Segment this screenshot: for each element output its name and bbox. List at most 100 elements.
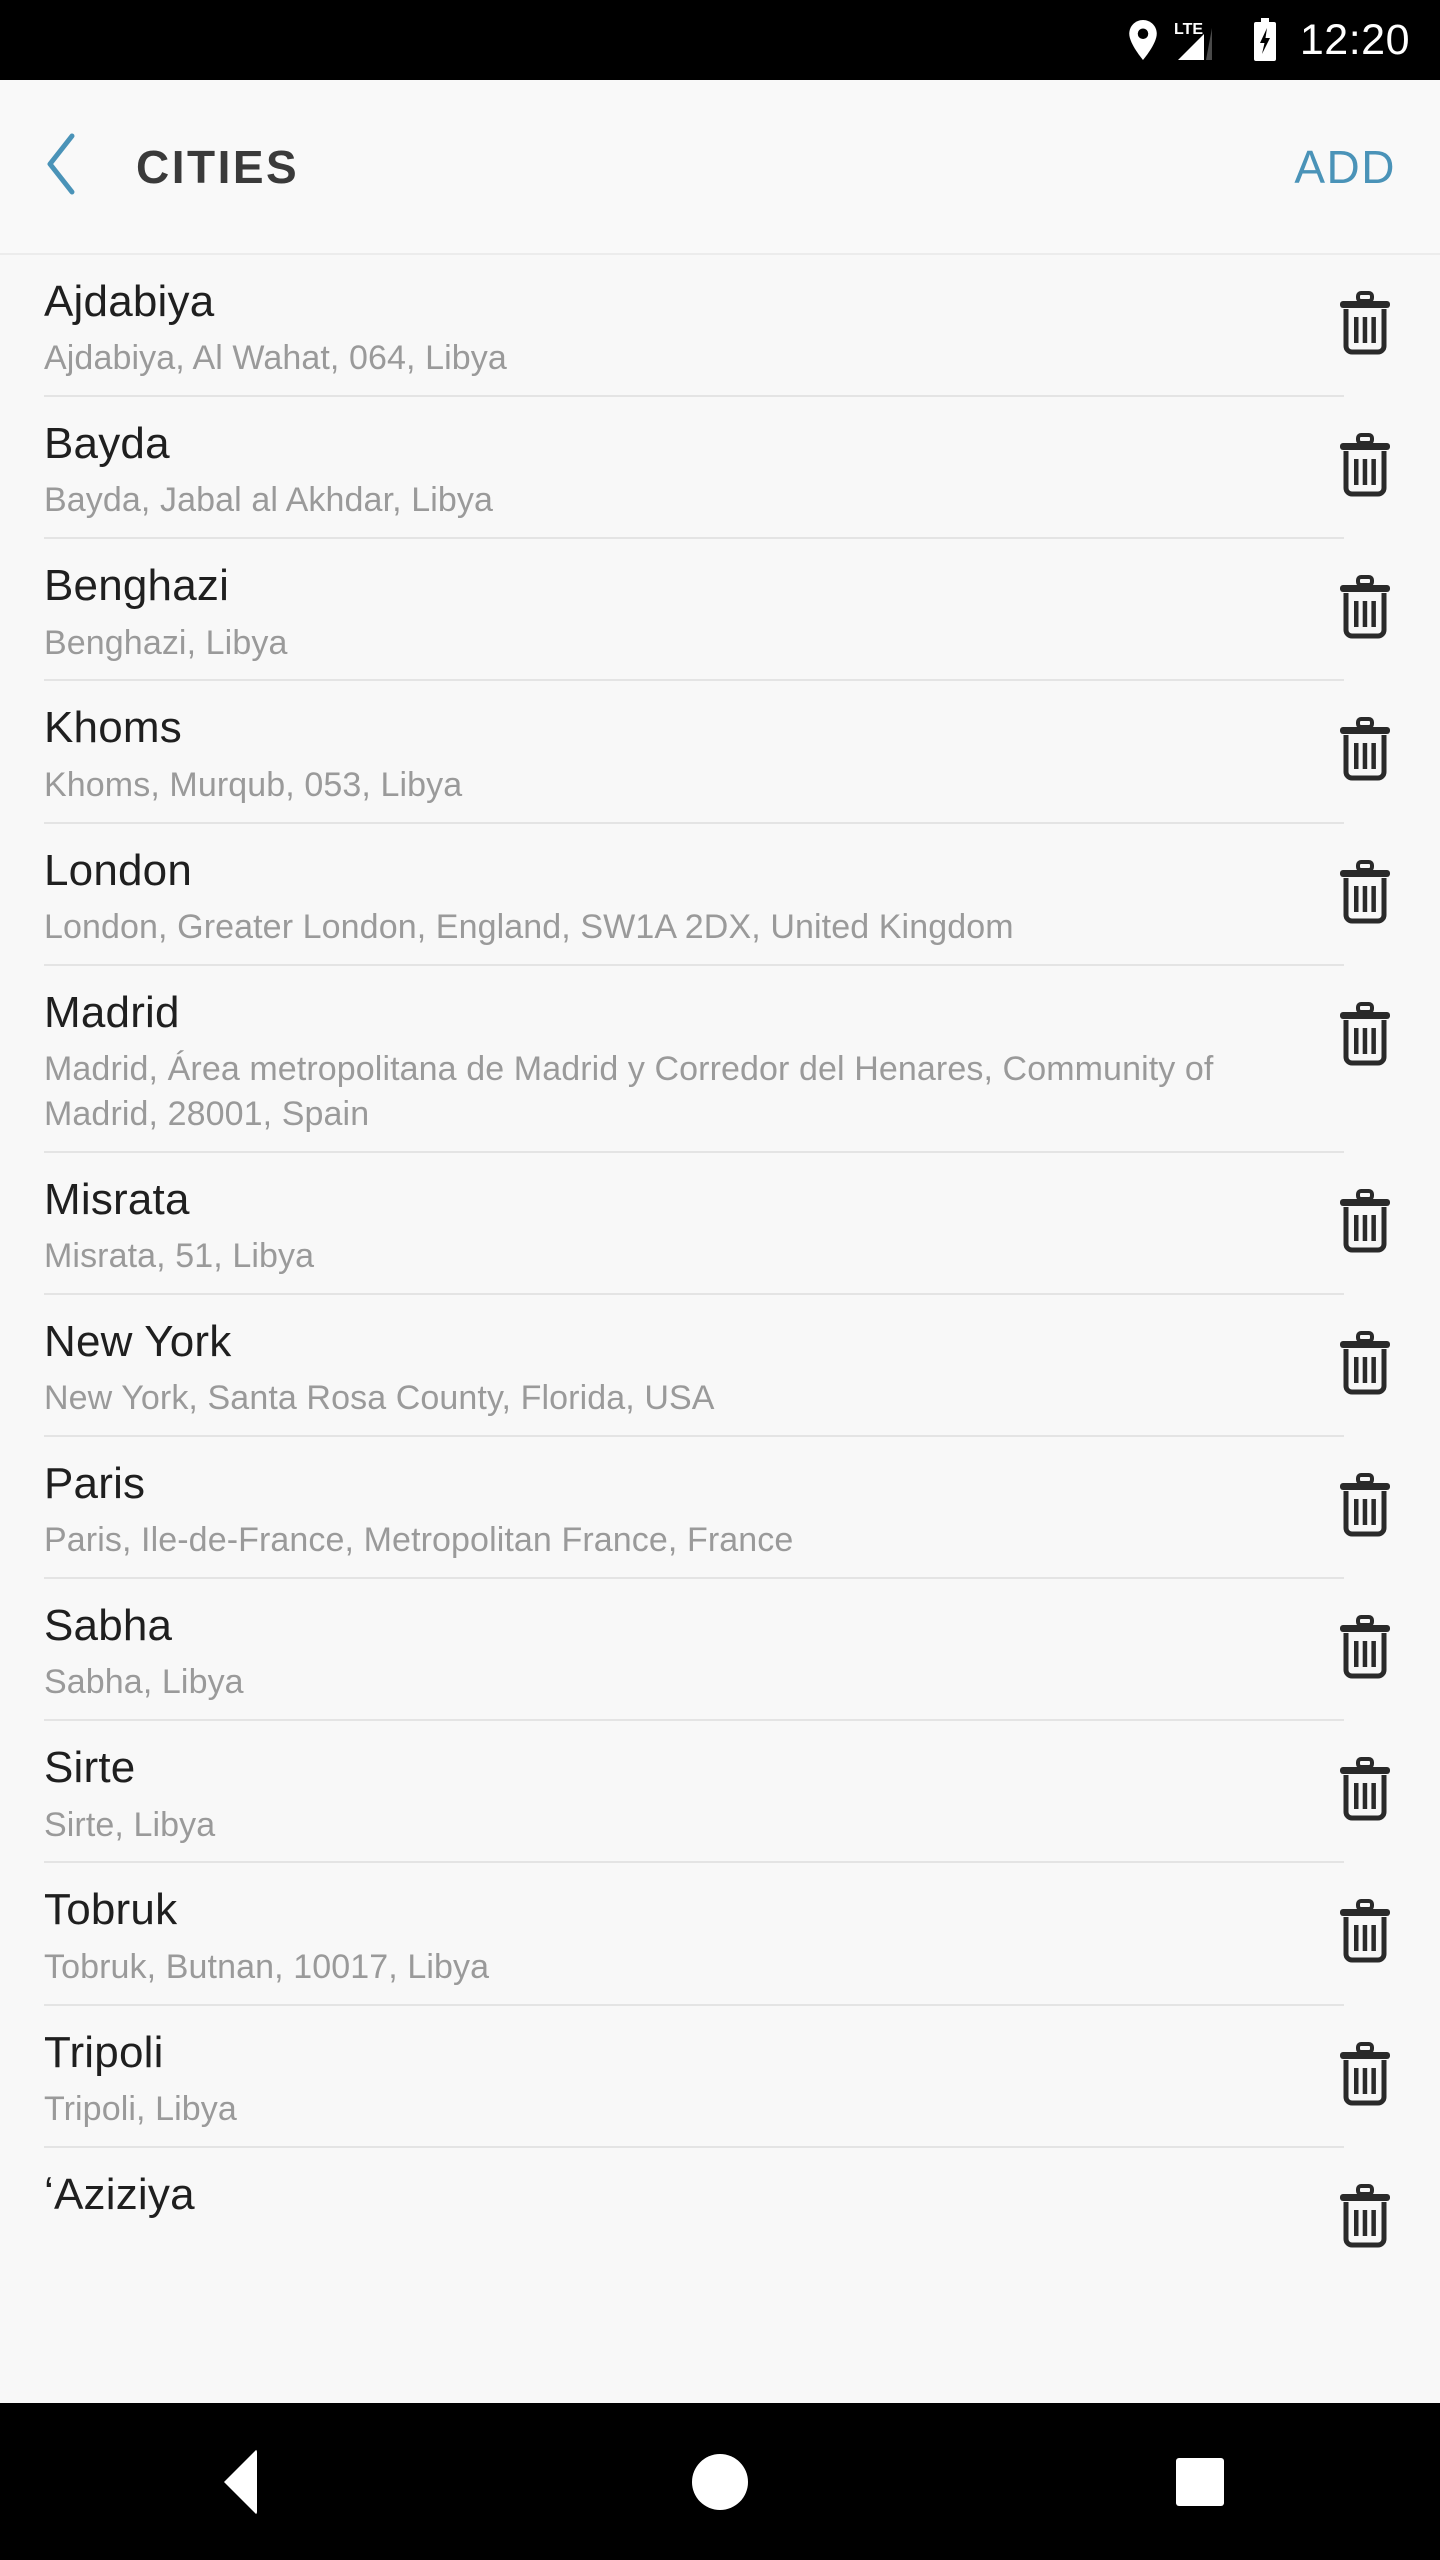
city-list-item[interactable]: Madrid Madrid, Área metropolitana de Madr… [0,966,1440,1137]
city-address: London, Greater London, England, SW1A 2D… [44,907,1014,946]
city-address: Bayda, Jabal al Akhdar, Libya [44,481,493,520]
delete-city-button[interactable] [1290,419,1440,502]
delete-city-button[interactable] [1290,1459,1440,1542]
delete-city-button[interactable] [1290,1601,1440,1684]
trash-icon [1337,575,1393,644]
nav-home-button[interactable] [630,2403,810,2560]
trash-icon [1337,1188,1393,1258]
city-text-block: Tripoli Tripoli, Libya [0,2028,1290,2132]
delete-city-button[interactable] [1290,561,1440,644]
nav-recents-button[interactable] [1110,2403,1290,2560]
cities-list[interactable]: Ajdabiya Ajdabiya, Al Wahat, 064, Libya B… [0,255,1440,2403]
svg-text:LTE: LTE [1174,21,1203,38]
trash-icon [1337,433,1393,502]
city-list-item[interactable]: Ajdabiya Ajdabiya, Al Wahat, 064, Libya [0,255,1440,381]
city-list-item[interactable]: Benghazi Benghazi, Libya [0,539,1440,665]
delete-city-button[interactable] [1290,1743,1440,1826]
city-list-item[interactable]: London London, Greater London, England, S… [0,824,1440,950]
city-list-item[interactable]: Sabha Sabha, Libya [0,1579,1440,1705]
back-button[interactable] [42,122,114,212]
status-bar-clock: 12:20 [1299,15,1410,64]
city-list-item[interactable]: Tripoli Tripoli, Libya [0,2006,1440,2132]
page-title: CITIES [136,140,300,193]
navigation-bar [0,2403,1440,2560]
trash-icon [1337,1001,1393,1071]
city-text-block: Madrid Madrid, Área metropolitana de Madr… [0,988,1290,1137]
city-text-block: Tobruk Tobruk, Butnan, 10017, Libya [0,1885,1290,1989]
delete-city-button[interactable] [1290,1175,1440,1258]
city-text-block: Khoms Khoms, Murqub, 053, Libya [0,703,1290,807]
city-name: Madrid [44,987,180,1037]
city-address: Misrata, 51, Libya [44,1236,315,1275]
delete-city-button[interactable] [1290,2170,1440,2253]
city-address: New York, Santa Rosa County, Florida, US… [44,1379,715,1418]
trash-icon [1337,2041,1393,2111]
city-text-block: Paris Paris, Ile-de-France, Metropolitan … [0,1459,1290,1563]
trash-icon [1337,2183,1393,2253]
delete-city-button[interactable] [1290,277,1440,360]
city-name: Paris [44,1459,146,1508]
city-list-item[interactable]: Khoms Khoms, Murqub, 053, Libya [0,681,1440,807]
trash-icon [1337,1473,1393,1542]
square-recents-icon [1176,2457,1224,2506]
city-name: Sirte [44,1743,136,1793]
app-bar: CITIES ADD [0,80,1440,255]
city-name: Ajdabiya [44,277,215,326]
trash-icon [1337,1615,1393,1684]
city-text-block: ʻAziziya [0,2170,1290,2219]
delete-city-button[interactable] [1290,1317,1440,1400]
delete-city-button[interactable] [1290,703,1440,786]
city-name: London [44,845,193,895]
city-text-block: London London, Greater London, England, S… [0,846,1290,950]
city-text-block: Benghazi Benghazi, Libya [0,561,1290,665]
location-pin-icon [1128,20,1158,60]
city-list-item[interactable]: Misrata Misrata, 51, Libya [0,1153,1440,1279]
city-list-item[interactable]: Paris Paris, Ile-de-France, Metropolitan … [0,1437,1440,1563]
city-text-block: New York New York, Santa Rosa County, Flo… [0,1317,1290,1421]
city-text-block: Misrata Misrata, 51, Libya [0,1175,1290,1279]
city-name: Benghazi [44,561,230,611]
lte-signal-icon: LTE [1174,18,1236,62]
city-name: Tobruk [44,1885,178,1935]
delete-city-button[interactable] [1290,1885,1440,1968]
battery-charging-icon [1252,18,1278,62]
city-text-block: Bayda Bayda, Jabal al Akhdar, Libya [0,419,1290,523]
city-address: Sabha, Libya [44,1663,244,1702]
trash-icon [1337,1330,1393,1400]
delete-city-button[interactable] [1290,846,1440,929]
city-name: Tripoli [44,2027,164,2077]
city-name: ʻAziziya [44,2169,195,2219]
city-list-item[interactable]: Tobruk Tobruk, Butnan, 10017, Libya [0,1863,1440,1989]
city-name: Khoms [44,703,182,753]
trash-icon [1337,1757,1393,1826]
chevron-left-icon [42,132,84,201]
nav-back-button[interactable] [150,2403,330,2560]
circle-home-icon [692,2453,748,2510]
city-address: Khoms, Murqub, 053, Libya [44,765,463,804]
city-address: Madrid, Área metropolitana de Madrid y C… [44,1049,1214,1133]
city-name: Sabha [44,1601,173,1651]
city-address: Benghazi, Libya [44,623,288,662]
city-address: Paris, Ile-de-France, Metropolitan Franc… [44,1521,794,1560]
city-name: New York [44,1316,232,1366]
city-text-block: Ajdabiya Ajdabiya, Al Wahat, 064, Libya [0,277,1290,381]
delete-city-button[interactable] [1290,988,1440,1071]
triangle-back-icon [223,2448,257,2515]
trash-icon [1337,717,1393,786]
city-list-item[interactable]: Bayda Bayda, Jabal al Akhdar, Libya [0,397,1440,523]
city-address: Ajdabiya, Al Wahat, 064, Libya [44,339,507,378]
status-bar: LTE 12:20 [0,0,1440,80]
add-button[interactable]: ADD [1286,128,1404,206]
city-list-item[interactable]: ʻAziziya [0,2148,1440,2253]
trash-icon [1337,859,1393,929]
city-text-block: Sirte Sirte, Libya [0,1743,1290,1847]
city-name: Misrata [44,1174,190,1224]
city-address: Tobruk, Butnan, 10017, Libya [44,1947,490,1986]
city-text-block: Sabha Sabha, Libya [0,1601,1290,1705]
city-address: Sirte, Libya [44,1805,216,1844]
delete-city-button[interactable] [1290,2028,1440,2111]
city-name: Bayda [44,419,170,469]
city-address: Tripoli, Libya [44,2089,237,2128]
city-list-item[interactable]: Sirte Sirte, Libya [0,1721,1440,1847]
city-list-item[interactable]: New York New York, Santa Rosa County, Flo… [0,1295,1440,1421]
